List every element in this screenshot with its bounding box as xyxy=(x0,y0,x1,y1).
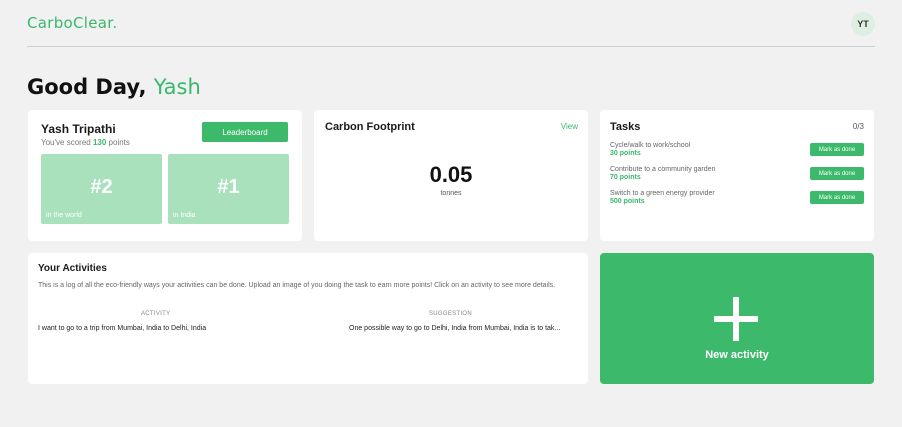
task-name: Contribute to a community garden xyxy=(610,166,716,173)
activities-card: Your Activities This is a log of all the… xyxy=(28,253,588,384)
plus-icon xyxy=(714,297,758,341)
dashboard-page: CarboClear. YT Good Day, Yash Yash Tripa… xyxy=(0,0,902,427)
task-points: 70 points xyxy=(610,174,641,181)
greeting-name: Yash xyxy=(153,75,201,99)
tasks-title: Tasks xyxy=(610,121,641,133)
rank-world-value: #2 xyxy=(90,176,113,198)
task-item: Switch to a green energy provider 500 po… xyxy=(610,190,864,208)
task-name: Switch to a green energy provider xyxy=(610,190,715,197)
task-points: 500 points xyxy=(610,198,645,205)
score-suffix: points xyxy=(108,138,130,147)
task-name: Cycle/walk to work/school xyxy=(610,142,691,149)
profile-score: You've scored 130 points xyxy=(41,138,130,147)
greeting: Good Day, Yash xyxy=(27,75,201,99)
footprint-title: Carbon Footprint xyxy=(325,121,415,133)
top-header: CarboClear. YT xyxy=(27,0,875,47)
score-prefix: You've scored xyxy=(41,138,91,147)
activity-row[interactable]: I want to go to a trip from Mumbai, Indi… xyxy=(38,325,578,339)
profile-name: Yash Tripathi xyxy=(41,122,116,136)
footprint-unit: tonnes xyxy=(440,190,462,197)
carbon-footprint-card: Carbon Footprint View 0.05 tonnes xyxy=(314,110,588,241)
activities-title: Your Activities xyxy=(38,263,107,274)
greeting-prefix: Good Day, xyxy=(27,75,147,99)
activity-column-header: ACTIVITY xyxy=(141,311,171,317)
mark-as-done-button[interactable]: Mark as done xyxy=(810,191,864,204)
rank-world-box: #2 in the world xyxy=(41,154,162,224)
tasks-card: Tasks 0/3 Cycle/walk to work/school 30 p… xyxy=(600,110,874,241)
leaderboard-button[interactable]: Leaderboard xyxy=(202,122,288,142)
suggestion-column-header: SUGGESTION xyxy=(429,311,473,317)
rank-india-value: #1 xyxy=(217,176,240,198)
tasks-count: 0/3 xyxy=(852,122,864,131)
new-activity-button[interactable]: New activity xyxy=(600,253,874,384)
new-activity-label: New activity xyxy=(705,349,769,361)
task-item: Contribute to a community garden 70 poin… xyxy=(610,166,864,184)
rank-india-box: #1 in India xyxy=(168,154,289,224)
suggestion-cell: One possible way to go to Delhi, India f… xyxy=(349,325,561,332)
activity-cell: I want to go to a trip from Mumbai, Indi… xyxy=(38,325,207,332)
footprint-value: 0.05 xyxy=(429,162,473,187)
footprint-view-link[interactable]: View xyxy=(561,122,578,131)
activities-description: This is a log of all the eco-friendly wa… xyxy=(38,282,556,289)
app-logo[interactable]: CarboClear. xyxy=(27,14,117,32)
user-avatar[interactable]: YT xyxy=(851,12,875,36)
score-points: 130 xyxy=(92,138,107,147)
task-item: Cycle/walk to work/school 30 points Mark… xyxy=(610,142,864,160)
mark-as-done-button[interactable]: Mark as done xyxy=(810,143,864,156)
task-points: 30 points xyxy=(610,150,641,157)
rank-world-label: in the world xyxy=(46,212,82,219)
profile-card: Yash Tripathi You've scored 130 points L… xyxy=(28,110,302,241)
mark-as-done-button[interactable]: Mark as done xyxy=(810,167,864,180)
rank-india-label: in India xyxy=(173,212,196,219)
